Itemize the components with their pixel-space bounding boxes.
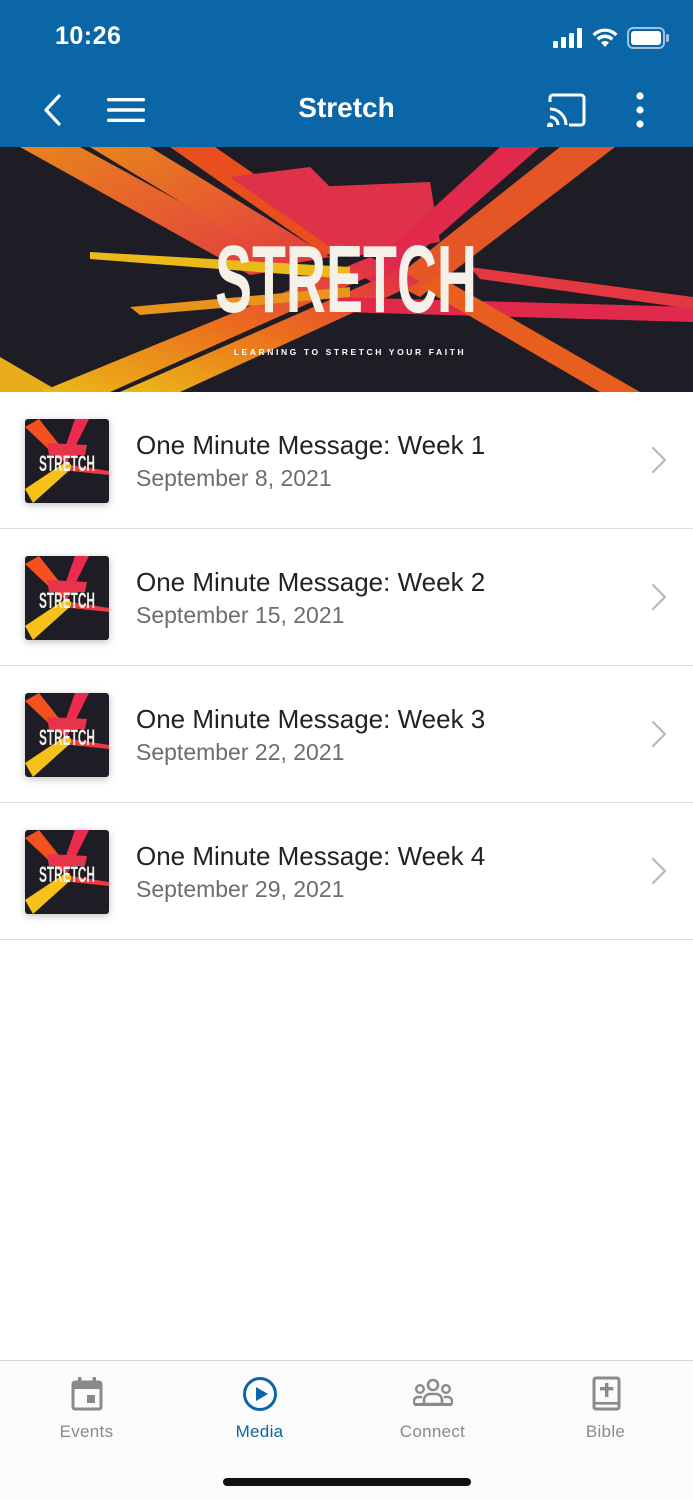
- tab-label: Connect: [399, 1422, 466, 1441]
- stretch-artwork: STRETCH LEARNING TO STRETCH YOUR FAITH: [0, 147, 693, 392]
- message-list: STRETCH One Minute Message: Week 1 Septe…: [0, 392, 693, 940]
- calendar-icon: [71, 1377, 102, 1411]
- play-circle-icon: [242, 1377, 277, 1411]
- message-date: September 22, 2021: [136, 739, 345, 765]
- list-item[interactable]: STRETCH One Minute Message: Week 1 Septe…: [0, 392, 693, 529]
- svg-text:STRETCH: STRETCH: [39, 862, 95, 887]
- thumbnail: STRETCH: [25, 419, 109, 503]
- thumbnail: STRETCH: [25, 556, 109, 640]
- banner-subtitle: LEARNING TO STRETCH YOUR FAITH: [234, 347, 467, 357]
- wifi-icon: [592, 28, 618, 47]
- list-item[interactable]: STRETCH One Minute Message: Week 4 Septe…: [0, 803, 693, 940]
- battery-icon: [627, 27, 669, 49]
- tab-label: Media: [235, 1422, 284, 1441]
- tab-label: Events: [59, 1422, 114, 1441]
- svg-text:STRETCH: STRETCH: [39, 451, 95, 476]
- people-icon: [412, 1378, 453, 1406]
- signal-icon: [553, 28, 582, 48]
- home-indicator: [223, 1478, 471, 1486]
- message-title: One Minute Message: Week 3: [136, 704, 486, 734]
- message-title: One Minute Message: Week 2: [136, 567, 486, 597]
- chevron-right-icon: [651, 583, 667, 611]
- list-item[interactable]: STRETCH One Minute Message: Week 2 Septe…: [0, 529, 693, 666]
- message-date: September 29, 2021: [136, 876, 345, 902]
- svg-text:STRETCH: STRETCH: [39, 725, 95, 750]
- banner-title: STRETCH: [215, 226, 477, 333]
- chevron-right-icon: [651, 446, 667, 474]
- message-title: One Minute Message: Week 1: [136, 430, 486, 460]
- bible-icon: [592, 1376, 620, 1411]
- cast-icon: [547, 93, 586, 127]
- status-icons: [553, 26, 669, 50]
- message-date: September 15, 2021: [136, 602, 345, 628]
- list-item[interactable]: STRETCH One Minute Message: Week 3 Septe…: [0, 666, 693, 803]
- app-header: 10:26 Stretch: [0, 0, 693, 147]
- svg-text:STRETCH: STRETCH: [39, 588, 95, 613]
- thumbnail: STRETCH: [25, 830, 109, 914]
- series-banner: STRETCH LEARNING TO STRETCH YOUR FAITH: [0, 147, 693, 392]
- tab-label: Bible: [585, 1422, 626, 1441]
- thumbnail: STRETCH: [25, 693, 109, 777]
- more-options-button[interactable]: [626, 84, 654, 136]
- tab-events[interactable]: Events: [0, 1361, 173, 1461]
- status-time: 10:26: [55, 22, 122, 50]
- more-vertical-icon: [636, 92, 644, 128]
- cast-button[interactable]: [544, 84, 590, 136]
- message-date: September 8, 2021: [136, 465, 332, 491]
- tab-media[interactable]: Media: [173, 1361, 346, 1461]
- message-title: One Minute Message: Week 4: [136, 841, 486, 871]
- tab-connect[interactable]: Connect: [346, 1361, 519, 1461]
- tab-bible[interactable]: Bible: [519, 1361, 692, 1461]
- chevron-right-icon: [651, 720, 667, 748]
- chevron-right-icon: [651, 857, 667, 885]
